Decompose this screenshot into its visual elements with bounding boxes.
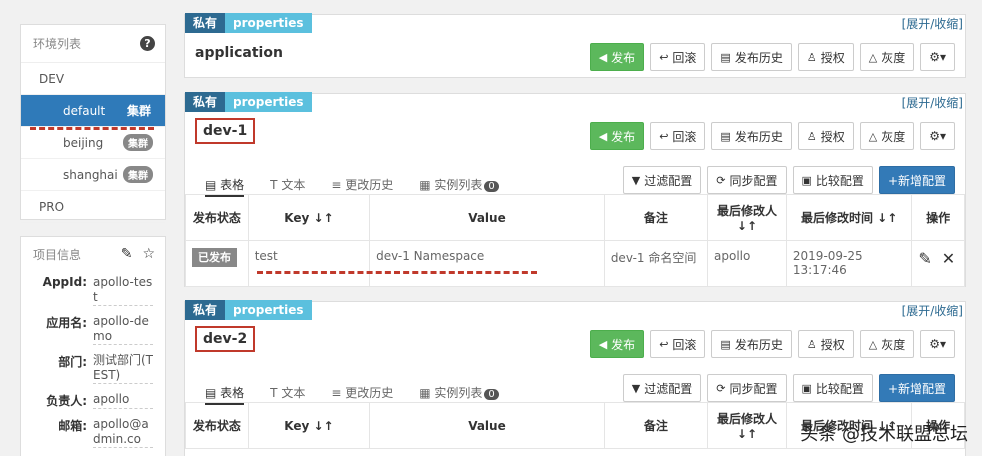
owner-row: 负责人: apollo: [21, 388, 165, 413]
settings-dropdown[interactable]: ⚙▾: [920, 43, 955, 71]
private-tag: 私有: [185, 92, 226, 112]
annotation-underline: [30, 127, 154, 130]
filter-button[interactable]: ▼ 过滤配置: [622, 374, 702, 402]
compare-button[interactable]: ▣ 比较配置: [792, 166, 873, 194]
namespace-panel-dev-1: 私有 properties [展开/收缩] dev-1 ◀ 发布 ↩ 回滚 ▤ 发布历史…: [184, 92, 966, 287]
annotation-underline: [257, 271, 537, 274]
email-row: 邮箱: apollo@admin.co: [21, 413, 165, 452]
cluster-badge: 集群: [123, 134, 153, 151]
cluster-item-shanghai[interactable]: shanghai 集群: [21, 159, 165, 191]
close-icon[interactable]: ✕: [942, 249, 955, 268]
rollback-button[interactable]: ↩ 回滚: [650, 330, 706, 358]
namespace-name: application: [195, 45, 283, 61]
cluster-item-beijing[interactable]: beijing 集群: [21, 127, 165, 159]
watermark: 头条 @技术联盟总坛: [800, 424, 968, 445]
project-info-title: 项目信息: [33, 247, 82, 262]
env-item-pro[interactable]: PRO: [21, 191, 165, 223]
gray-release-button[interactable]: △ 灰度: [859, 43, 915, 71]
expand-toggle[interactable]: [展开/收缩]: [902, 94, 963, 111]
env-list-title: 环境列表: [33, 37, 82, 51]
private-tag: 私有: [185, 300, 226, 320]
compare-button[interactable]: ▣ 比较配置: [792, 374, 873, 402]
sync-button[interactable]: ⟳ 同步配置: [707, 166, 787, 194]
publish-history-button[interactable]: ▤ 发布历史: [711, 330, 792, 358]
department-row: 部门: 测试部门(TEST): [58, 353, 154, 384]
table-row: 已发布 test dev-1 Namespace dev-1 命名空间 apol…: [185, 240, 965, 287]
private-tag: 私有: [185, 13, 226, 33]
project-info-panel: 项目信息 ✎ ☆ AppId: apollo-test 应用名: apollo-de…: [20, 236, 166, 456]
filter-button[interactable]: ▼ 过滤配置: [622, 166, 702, 194]
apollo-config-page: 环境列表 ? DEV default 集群 beijing 集群 shangha…: [0, 0, 982, 456]
namespace-panel-application: 私有 properties [展开/收缩] application ◀ 发布 ↩ 回滚…: [184, 13, 966, 78]
expand-toggle[interactable]: [展开/收缩]: [902, 15, 963, 32]
gray-release-button[interactable]: △ 灰度: [859, 122, 915, 150]
add-config-button[interactable]: +新增配置: [878, 374, 955, 402]
status-badge: 已发布: [192, 248, 237, 267]
settings-dropdown[interactable]: ⚙▾: [920, 330, 955, 358]
add-config-button[interactable]: +新增配置: [878, 166, 955, 194]
publish-history-button[interactable]: ▤ 发布历史: [711, 43, 792, 71]
rollback-button[interactable]: ↩ 回滚: [650, 122, 706, 150]
help-icon[interactable]: ?: [140, 36, 155, 51]
format-tag: properties: [225, 13, 312, 33]
publish-button[interactable]: ◀ 发布: [589, 43, 645, 71]
rollback-button[interactable]: ↩ 回滚: [650, 43, 706, 71]
gray-release-button[interactable]: △ 灰度: [859, 330, 915, 358]
namespace-name: dev-1: [195, 118, 256, 144]
format-tag: properties: [225, 300, 312, 320]
format-tag: properties: [225, 92, 312, 112]
env-list-panel: 环境列表 ? DEV default 集群 beijing 集群 shangha…: [20, 24, 166, 223]
expand-toggle[interactable]: [展开/收缩]: [902, 302, 963, 319]
publish-button[interactable]: ◀ 发布: [589, 330, 645, 358]
cluster-badge: 集群: [123, 166, 153, 183]
env-item-dev[interactable]: DEV: [21, 63, 165, 95]
authorize-button[interactable]: ♙ 授权: [797, 122, 854, 150]
appid-row: AppId: apollo-test: [42, 275, 153, 306]
edit-icon[interactable]: ✎: [121, 246, 133, 262]
app-name-row: 应用名: apollo-demo: [21, 310, 165, 349]
edit-icon[interactable]: ✎: [918, 249, 931, 268]
sync-button[interactable]: ⟳ 同步配置: [707, 374, 787, 402]
namespace-name: dev-2: [195, 326, 256, 352]
publish-history-button[interactable]: ▤ 发布历史: [711, 122, 792, 150]
star-icon[interactable]: ☆: [142, 246, 155, 262]
table-header-row: 发布状态 Key ↓↑ Value 备注 最后修改人 ↓↑ 最后修改时间 ↓↑ …: [185, 194, 965, 241]
authorize-button[interactable]: ♙ 授权: [797, 330, 854, 358]
settings-dropdown[interactable]: ⚙▾: [920, 122, 955, 150]
cluster-item-default[interactable]: default 集群: [21, 95, 165, 127]
authorize-button[interactable]: ♙ 授权: [797, 43, 854, 71]
publish-button[interactable]: ◀ 发布: [589, 122, 645, 150]
cluster-badge: 集群: [126, 104, 151, 118]
